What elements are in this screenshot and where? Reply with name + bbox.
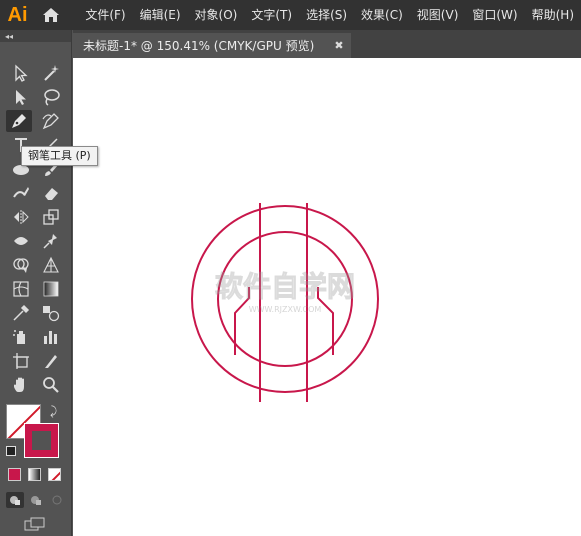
close-tab-icon[interactable]: ✖ [331,39,347,52]
home-icon[interactable] [35,0,66,30]
eyedropper-tool-icon[interactable] [8,302,34,324]
watermark-text: 软件自学网 [215,270,355,303]
menu-edit[interactable]: 编辑(E) [133,0,188,30]
reflect-tool-icon[interactable] [8,206,34,228]
gradient-mode-button[interactable] [28,468,41,481]
menu-window[interactable]: 窗口(W) [465,0,524,30]
main-menu: 文件(F) 编辑(E) 对象(O) 文字(T) 选择(S) 效果(C) 视图(V… [78,0,581,30]
watermark-url: WWW.RJZXW.COM [249,305,322,314]
selection-tool-icon[interactable] [8,62,34,84]
menu-view[interactable]: 视图(V) [410,0,466,30]
symbol-sprayer-tool-icon[interactable] [8,326,34,348]
artboard-canvas[interactable]: 软件自学网 WWW.RJZXW.COM [73,58,581,536]
stroke-swatch[interactable] [24,423,59,458]
lasso-tool-icon[interactable] [38,86,64,108]
pen-tool-icon[interactable] [6,110,32,132]
artwork: 软件自学网 WWW.RJZXW.COM [191,203,379,402]
color-mode-button[interactable] [8,468,21,481]
menu-select[interactable]: 选择(S) [299,0,354,30]
gradient-tool-icon[interactable] [38,278,64,300]
none-mode-button[interactable] [48,468,61,481]
hand-tool-icon[interactable] [8,374,34,396]
blend-tool-icon[interactable] [38,302,64,324]
column-graph-tool-icon[interactable] [38,326,64,348]
menu-type[interactable]: 文字(T) [244,0,299,30]
eraser-tool-icon[interactable] [38,182,64,204]
magic-wand-tool-icon[interactable] [38,62,64,84]
zoom-tool-icon[interactable] [38,374,64,396]
draw-behind-icon[interactable] [27,492,45,508]
draw-inside-icon[interactable] [48,492,66,508]
app-logo: Ai [7,3,28,26]
perspective-grid-tool-icon[interactable] [38,254,64,276]
document-tab-bar: 未标题-1* @ 150.41% (CMYK/GPU 预览) ✖ [73,30,581,58]
width-tool-icon[interactable] [8,230,34,252]
menu-help[interactable]: 帮助(H) [525,0,581,30]
shaper-tool-icon[interactable] [8,182,34,204]
menu-bar: Ai 文件(F) 编辑(E) 对象(O) 文字(T) 选择(S) 效果(C) 视… [0,0,581,30]
pen-tool-tooltip: 钢笔工具 (P) [21,146,98,166]
curvature-tool-icon[interactable] [38,110,64,132]
mesh-tool-icon[interactable] [8,278,34,300]
scale-tool-icon[interactable] [38,206,64,228]
watermark: 软件自学网 WWW.RJZXW.COM [214,270,355,315]
swap-fill-stroke-icon[interactable]: ⤸ [50,404,57,419]
shape-builder-tool-icon[interactable] [8,254,34,276]
document-tab[interactable]: 未标题-1* @ 150.41% (CMYK/GPU 预览) ✖ [73,33,351,58]
direct-selection-tool-icon[interactable] [8,86,34,108]
menu-file[interactable]: 文件(F) [78,0,132,30]
default-fill-stroke-icon[interactable] [6,446,16,456]
toolbar-collapse-button[interactable]: ◂◂ [0,30,71,42]
slice-tool-icon[interactable] [38,350,64,372]
tools-panel: ◂◂ ⤸ [0,30,72,536]
artboard-tool-icon[interactable] [8,350,34,372]
menu-object[interactable]: 对象(O) [188,0,245,30]
screen-mode-icon[interactable] [24,516,46,531]
document-tab-title: 未标题-1* @ 150.41% (CMYK/GPU 预览) [83,39,315,53]
menu-effect[interactable]: 效果(C) [354,0,410,30]
puppet-warp-tool-icon[interactable] [38,230,64,252]
draw-normal-icon[interactable] [6,492,24,508]
